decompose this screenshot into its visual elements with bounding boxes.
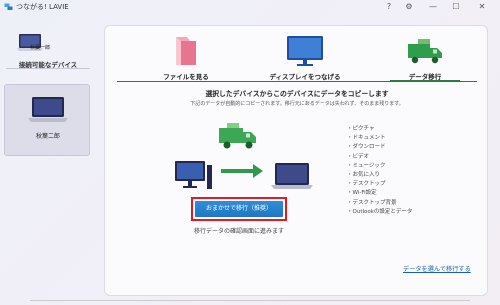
page-subtext: 下記のデータが自動的にコピーされます。移行元にあるデータは失われず、そのまま残り…: [190, 101, 404, 107]
list-item: ・ピクチャ: [347, 126, 375, 132]
main-panel: ファイルを見る ディスプレイをつなげる データ移行 選択したデバイスからこのデバ…: [104, 25, 488, 296]
sidebar-divider: [6, 68, 90, 69]
help-icon[interactable]: ?: [383, 1, 395, 13]
title-bar: つながる! LAVIE ? ⚙ — ☐ ✕: [0, 0, 500, 14]
laptop-icon: [28, 97, 68, 122]
cta-note: 移行データの確認画面に進みます: [193, 228, 284, 235]
list-item: ・デスクトップ: [347, 181, 386, 188]
settings-icon[interactable]: ⚙: [403, 1, 415, 13]
tab-label: ファイルを見る: [163, 73, 209, 81]
folder-icon: [176, 37, 196, 65]
close-button[interactable]: ✕: [476, 1, 488, 13]
desktop-pc-icon: [175, 161, 212, 189]
page-heading: 選択したデバイスからこのデバイスにデータをコピーします: [205, 90, 389, 98]
app-logo-icon: [4, 3, 13, 10]
monitor-icon: [287, 36, 323, 66]
device-name: 秋葉二郎: [35, 133, 60, 140]
arrow-right-icon: [221, 164, 263, 178]
minimize-button[interactable]: —: [427, 1, 439, 13]
auto-migrate-button[interactable]: おまかせで移行（推奨）: [195, 201, 283, 217]
list-item: ・ドキュメント: [347, 135, 386, 142]
tab-view-files[interactable]: ファイルを見る: [131, 30, 241, 82]
truck-icon: [219, 123, 256, 149]
list-item: ・お気に入り: [347, 172, 381, 179]
laptop-icon: [271, 163, 313, 189]
device-card[interactable]: 秋葉二郎: [4, 84, 90, 156]
bottom-divider: [30, 300, 470, 301]
list-item: ・ダウンロード: [347, 144, 386, 151]
select-data-link[interactable]: データを選んで移行する: [403, 264, 471, 273]
active-tab-indicator: [390, 80, 460, 82]
migration-data-list: ・ピクチャ ・ドキュメント ・ダウンロード ・ビデオ ・ミュージック ・お気に入…: [347, 125, 412, 217]
tab-data-migration[interactable]: データ移行: [370, 30, 480, 82]
list-item: ・ビデオ: [347, 153, 370, 160]
list-item: ・Outlookの設定とデータ: [347, 208, 413, 215]
list-item: ・Wi-Fi設定: [347, 190, 377, 197]
sidebar: 秋葉一郎 接続可能なデバイス 秋葉二郎: [0, 14, 96, 305]
maximize-button[interactable]: ☐: [450, 1, 462, 13]
migration-illustration: [175, 123, 313, 189]
tab-connect-display[interactable]: ディスプレイをつなげる: [250, 30, 360, 82]
auto-migrate-button-highlight: おまかせで移行（推奨）: [191, 197, 287, 221]
tab-label: ディスプレイをつなげる: [269, 73, 341, 81]
list-item: ・デスクトップ背景: [347, 199, 397, 206]
list-item: ・ミュージック: [347, 162, 386, 169]
truck-icon: [408, 39, 442, 64]
app-title: つながる! LAVIE: [16, 3, 69, 11]
current-pc-name: 秋葉一郎: [30, 45, 51, 51]
